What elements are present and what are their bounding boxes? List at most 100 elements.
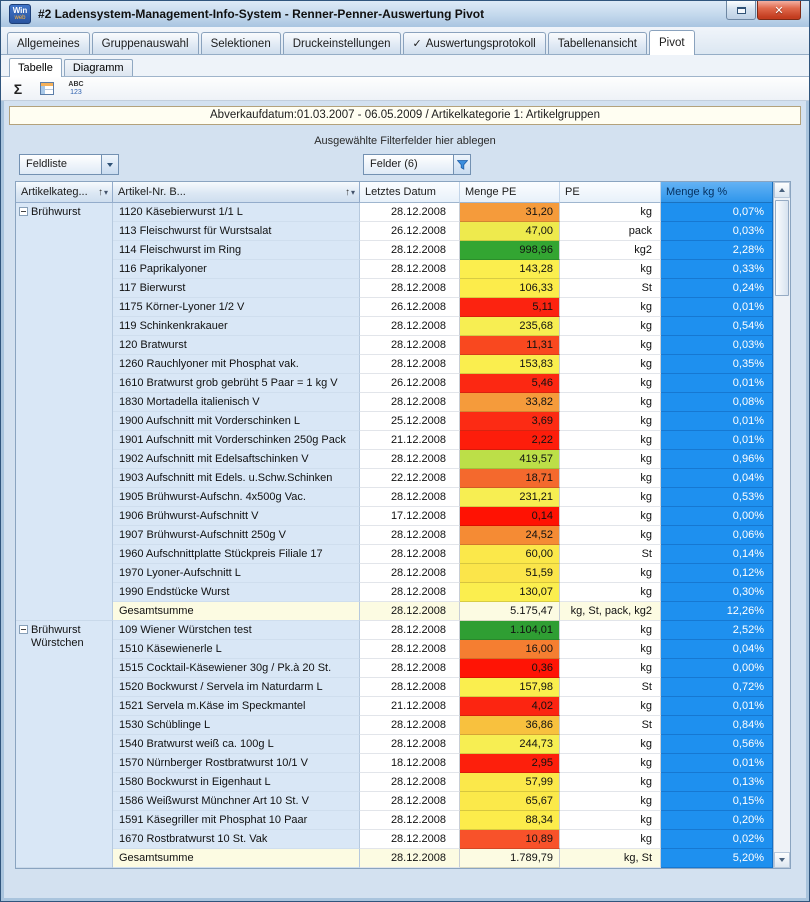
tab-auswertungsprotokoll[interactable]: ✓ Auswertungsprotokoll	[402, 32, 546, 54]
date-cell: 26.12.2008	[360, 222, 460, 241]
titlebar[interactable]: Win web #2 Ladensystem-Management-Info-S…	[1, 1, 809, 27]
article-cell: 1120 Käsebierwurst 1/1 L	[113, 203, 360, 222]
column-header-pe[interactable]: PE	[560, 182, 661, 203]
scroll-track[interactable]	[774, 198, 790, 852]
dropdown-icon[interactable]: ▾	[351, 188, 355, 197]
article-row[interactable]: 1510 Käsewienerle L 28.12.2008 16,00 kg 0,04…	[113, 640, 773, 659]
article-row[interactable]: 1260 Rauchlyoner mit Phosphat vak. 28.12.…	[113, 355, 773, 374]
sub-tab-bar: Tabelle Diagramm	[1, 55, 809, 77]
menge-kg-pct-cell: 0,06%	[661, 526, 773, 545]
tab-pivot[interactable]: Pivot	[648, 30, 695, 55]
article-row[interactable]: 1907 Brühwurst-Aufschnitt 250g V 28.12.20…	[113, 526, 773, 545]
menge-kg-pct-cell: 0,04%	[661, 469, 773, 488]
menge-pe-cell: 3,69	[460, 412, 560, 431]
date-cell: 28.12.2008	[360, 450, 460, 469]
filter-funnel-icon[interactable]	[453, 155, 470, 174]
app-logo-icon: Win web	[9, 4, 31, 24]
date-cell: 18.12.2008	[360, 754, 460, 773]
article-row[interactable]: 1521 Servela m.Käse im Speckmantel 21.12.…	[113, 697, 773, 716]
article-row[interactable]: 1903 Aufschnitt mit Edels. u.Schw.Schink…	[113, 469, 773, 488]
scroll-thumb[interactable]	[775, 200, 789, 296]
pe-cell: kg	[560, 412, 661, 431]
article-row[interactable]: 119 Schinkenkrakauer 28.12.2008 235,68 kg 0,…	[113, 317, 773, 336]
row-header-artikel-nr[interactable]: Artikel-Nr. B... ↑ ▾	[113, 182, 360, 203]
collapse-minus-icon[interactable]	[19, 207, 28, 216]
tab-selektionen[interactable]: Selektionen	[200, 32, 281, 54]
pe-cell: pack	[560, 222, 661, 241]
tab-label: Druckeinstellungen	[292, 37, 391, 50]
field-list-dropdown[interactable]: Feldliste	[19, 154, 119, 175]
article-row[interactable]: 1610 Bratwurst grob gebrüht 5 Paar = 1 k…	[113, 374, 773, 393]
logo-text-top: Win	[12, 5, 28, 15]
article-row[interactable]: 1580 Bockwurst in Eigenhaut L 28.12.2008 5…	[113, 773, 773, 792]
subtab-diagramm[interactable]: Diagramm	[63, 59, 133, 76]
article-row[interactable]: 1970 Lyoner-Aufschnitt L 28.12.2008 51,59 k…	[113, 564, 773, 583]
article-row[interactable]: 1520 Bockwurst / Servela im Naturdarm L2…	[113, 678, 773, 697]
date-cell: 28.12.2008	[360, 659, 460, 678]
article-row[interactable]: 1900 Aufschnitt mit Vorderschinken L 25.1…	[113, 412, 773, 431]
menge-kg-pct-cell: 0,35%	[661, 355, 773, 374]
article-row[interactable]: 109 Wiener Würstchen test 28.12.2008 1.104…	[113, 621, 773, 640]
abc-123-icon: ABC 123	[68, 81, 83, 97]
subtab-label: Diagramm	[72, 62, 124, 74]
vertical-scrollbar[interactable]	[773, 182, 790, 868]
article-row[interactable]: 1830 Mortadella italienisch V 28.12.2008 3…	[113, 393, 773, 412]
article-row[interactable]: 1530 Schüblinge L 28.12.2008 36,86 St 0,84%	[113, 716, 773, 735]
subtab-tabelle[interactable]: Tabelle	[9, 58, 62, 77]
chevron-down-icon[interactable]	[101, 155, 118, 174]
article-row[interactable]: 1591 Käsegriller mit Phosphat 10 Paar 28.…	[113, 811, 773, 830]
total-row[interactable]: Gesamtsumme 28.12.2008 1.789,79 kg, St 5,20%	[113, 849, 773, 868]
column-header-menge-pe[interactable]: Menge PE	[460, 182, 560, 203]
article-row[interactable]: 1960 Aufschnittplatte Stückpreis Filiale…	[113, 545, 773, 564]
grid-body: Brühwurst 1120 Käsebierwurst 1/1 L 28.12.2…	[16, 203, 773, 868]
article-row[interactable]: 1175 Körner-Lyoner 1/2 V 26.12.2008 5,11 kg…	[113, 298, 773, 317]
menge-pe-cell: 88,34	[460, 811, 560, 830]
menge-pe-cell: 11,31	[460, 336, 560, 355]
article-row[interactable]: 1990 Endstücke Wurst 28.12.2008 130,07 kg 0,…	[113, 583, 773, 602]
article-row[interactable]: 1901 Aufschnitt mit Vorderschinken 250g …	[113, 431, 773, 450]
article-row[interactable]: 113 Fleischwurst für Wurstsalat 26.12.200…	[113, 222, 773, 241]
menge-kg-pct-cell: 0,13%	[661, 773, 773, 792]
article-row[interactable]: 1670 Rostbratwurst 10 St. Vak 28.12.2008 1…	[113, 830, 773, 849]
scroll-down-button[interactable]	[774, 852, 790, 868]
pivot-layout-icon	[40, 82, 54, 95]
article-row[interactable]: 1570 Nürnberger Rostbratwurst 10/1 V 18.1…	[113, 754, 773, 773]
minimize-button[interactable]	[726, 1, 756, 20]
scroll-up-button[interactable]	[774, 182, 790, 198]
menge-kg-pct-cell: 0,20%	[661, 811, 773, 830]
dropdown-icon[interactable]: ▾	[104, 188, 108, 197]
column-header-letztes-datum[interactable]: Letztes Datum	[360, 182, 460, 203]
tab-tabellenansicht[interactable]: Tabellenansicht	[547, 32, 647, 54]
article-row[interactable]: 117 Bierwurst 28.12.2008 106,33 St 0,24%	[113, 279, 773, 298]
fields-dropdown[interactable]: Felder (6)	[363, 154, 471, 175]
format-button[interactable]: ABC 123	[65, 79, 87, 99]
row-header-artikelkategorie[interactable]: Artikelkateg... ↑ ▾	[16, 182, 113, 203]
tab-druckeinstellungen[interactable]: Druckeinstellungen	[282, 32, 401, 54]
menge-kg-pct-cell: 5,20%	[661, 849, 773, 868]
article-cell: 1900 Aufschnitt mit Vorderschinken L	[113, 412, 360, 431]
article-row[interactable]: 1540 Bratwurst weiß ca. 100g L 28.12.2008…	[113, 735, 773, 754]
article-row[interactable]: 1905 Brühwurst-Aufschn. 4x500g Vac. 28.12…	[113, 488, 773, 507]
pe-cell: kg	[560, 450, 661, 469]
close-button[interactable]: ✕	[757, 1, 801, 20]
tab-allgemeines[interactable]: Allgemeines	[7, 32, 90, 54]
sum-button[interactable]: Σ	[7, 79, 29, 99]
total-row[interactable]: Gesamtsumme 28.12.2008 5.175,47 kg, St, pac…	[113, 602, 773, 621]
tab-gruppenauswahl[interactable]: Gruppenauswahl	[91, 32, 199, 54]
group-row-header[interactable]: Brühwurst	[16, 203, 113, 621]
article-row[interactable]: 1586 Weißwurst Münchner Art 10 St. V 28.1…	[113, 792, 773, 811]
article-cell: 1586 Weißwurst Münchner Art 10 St. V	[113, 792, 360, 811]
article-row[interactable]: 1515 Cocktail-Käsewiener 30g / Pk.à 20 S…	[113, 659, 773, 678]
article-row[interactable]: 120 Bratwurst 28.12.2008 11,31 kg 0,03%	[113, 336, 773, 355]
menge-pe-cell: 1.104,01	[460, 621, 560, 640]
article-row[interactable]: 116 Paprikalyoner 28.12.2008 143,28 kg 0,33%	[113, 260, 773, 279]
menge-kg-pct-cell: 0,56%	[661, 735, 773, 754]
article-row[interactable]: 114 Fleischwurst im Ring 28.12.2008 998,96…	[113, 241, 773, 260]
pivot-layout-button[interactable]	[36, 79, 58, 99]
collapse-minus-icon[interactable]	[19, 625, 28, 634]
column-header-menge-kg-pct[interactable]: Menge kg %	[661, 182, 773, 203]
article-row[interactable]: 1906 Brühwurst-Aufschnitt V 17.12.2008 0,1…	[113, 507, 773, 526]
article-row[interactable]: 1902 Aufschnitt mit Edelsaftschinken V 28…	[113, 450, 773, 469]
article-row[interactable]: 1120 Käsebierwurst 1/1 L 28.12.2008 31,20 k…	[113, 203, 773, 222]
group-row-header[interactable]: Brühwurst Würstchen	[16, 621, 113, 868]
